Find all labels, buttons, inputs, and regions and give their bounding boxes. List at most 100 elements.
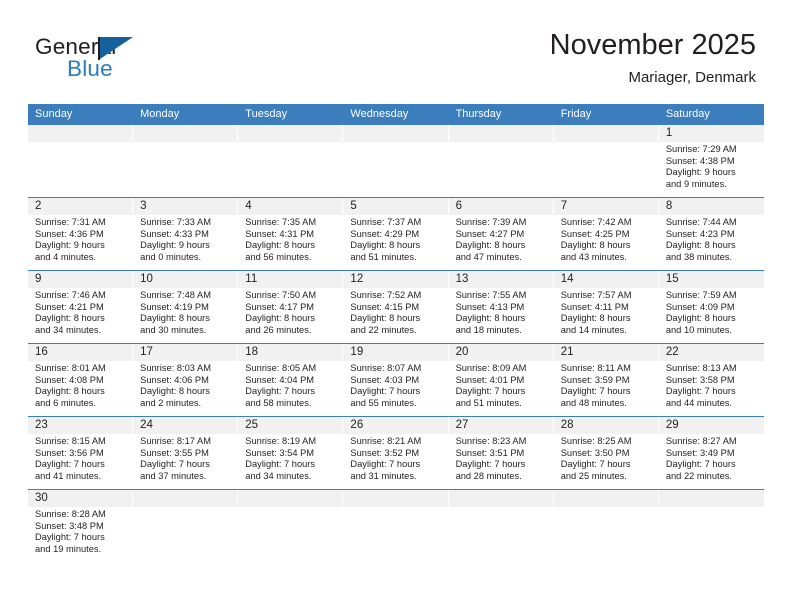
- daylight-text-line2: and 4 minutes.: [35, 251, 96, 262]
- page-subtitle-location: Mariager, Denmark: [628, 69, 756, 86]
- day-cell[interactable]: 16 Sunrise: 8:01 AM Sunset: 4:08 PM Dayl…: [28, 344, 134, 416]
- sunset-text: Sunset: 3:51 PM: [455, 447, 525, 458]
- daylight-text-line1: Daylight: 7 hours: [560, 386, 631, 397]
- sunrise-text: Sunrise: 7:33 AM: [140, 217, 211, 227]
- day-cell[interactable]: 23 Sunrise: 8:15 AM Sunset: 3:56 PM Dayl…: [28, 417, 134, 489]
- daylight-text-line2: and 30 minutes.: [140, 324, 207, 335]
- date-band: 30: [28, 490, 134, 507]
- sunrise-text: Sunrise: 7:52 AM: [350, 290, 422, 300]
- day-cell[interactable]: 24 Sunrise: 8:17 AM Sunset: 3:55 PM Dayl…: [133, 417, 239, 489]
- daylight-text-line1: Daylight: 7 hours: [665, 386, 736, 397]
- day-cell[interactable]: 4 Sunrise: 7:35 AM Sunset: 4:31 PM Dayli…: [238, 198, 344, 270]
- day-cell[interactable]: [238, 490, 344, 568]
- day-cell[interactable]: 21 Sunrise: 8:11 AM Sunset: 3:59 PM Dayl…: [553, 344, 659, 416]
- date-number: 15: [665, 273, 679, 285]
- day-cell[interactable]: 17 Sunrise: 8:03 AM Sunset: 4:06 PM Dayl…: [133, 344, 239, 416]
- sunset-text: Sunset: 4:29 PM: [350, 228, 420, 239]
- day-details: [449, 142, 554, 148]
- sunset-text: Sunset: 3:58 PM: [665, 374, 735, 385]
- date-band: 9: [28, 271, 134, 288]
- sunrise-text: Sunrise: 7:37 AM: [350, 217, 422, 227]
- daylight-text-line1: Daylight: 7 hours: [560, 459, 631, 470]
- sunrise-text: Sunrise: 7:46 AM: [35, 290, 106, 300]
- logo-word-blue: Blue: [67, 56, 113, 81]
- daylight-text-line2: and 58 minutes.: [245, 397, 312, 408]
- sunset-text: Sunset: 4:38 PM: [665, 155, 735, 166]
- day-cell[interactable]: 20 Sunrise: 8:09 AM Sunset: 4:01 PM Dayl…: [448, 344, 554, 416]
- sunset-text: Sunset: 4:11 PM: [560, 301, 629, 312]
- day-cell[interactable]: [553, 125, 659, 197]
- date-band: 29: [658, 417, 764, 434]
- sunset-text: Sunset: 4:27 PM: [455, 228, 525, 239]
- day-details: [554, 507, 659, 513]
- day-cell[interactable]: [133, 490, 239, 568]
- day-details: Sunrise: 8:09 AM Sunset: 4:01 PM Dayligh…: [449, 361, 554, 413]
- daylight-text-line2: and 37 minutes.: [140, 470, 207, 481]
- day-cell[interactable]: 18 Sunrise: 8:05 AM Sunset: 4:04 PM Dayl…: [238, 344, 344, 416]
- day-cell[interactable]: 1 Sunrise: 7:29 AM Sunset: 4:38 PM Dayli…: [658, 125, 764, 197]
- day-cell[interactable]: 2 Sunrise: 7:31 AM Sunset: 4:36 PM Dayli…: [28, 198, 134, 270]
- day-cell[interactable]: 12 Sunrise: 7:52 AM Sunset: 4:15 PM Dayl…: [343, 271, 449, 343]
- date-band: [238, 490, 344, 507]
- date-number: 27: [455, 419, 469, 431]
- day-details: Sunrise: 7:37 AM Sunset: 4:29 PM Dayligh…: [343, 215, 448, 267]
- sunset-text: Sunset: 4:17 PM: [245, 301, 315, 312]
- day-cell[interactable]: [28, 125, 134, 197]
- sunrise-text: Sunrise: 7:48 AM: [140, 290, 211, 300]
- day-cell[interactable]: 19 Sunrise: 8:07 AM Sunset: 4:03 PM Dayl…: [343, 344, 449, 416]
- day-cell[interactable]: 13 Sunrise: 7:55 AM Sunset: 4:13 PM Dayl…: [448, 271, 554, 343]
- day-details: Sunrise: 8:27 AM Sunset: 3:49 PM Dayligh…: [659, 434, 764, 486]
- day-details: Sunrise: 7:46 AM Sunset: 4:21 PM Dayligh…: [28, 288, 133, 340]
- day-cell[interactable]: [448, 125, 554, 197]
- date-number: 20: [455, 346, 469, 358]
- date-band: 5: [343, 198, 449, 215]
- day-cell[interactable]: 8 Sunrise: 7:44 AM Sunset: 4:23 PM Dayli…: [658, 198, 764, 270]
- day-cell[interactable]: 28 Sunrise: 8:25 AM Sunset: 3:50 PM Dayl…: [553, 417, 659, 489]
- sunset-text: Sunset: 4:36 PM: [35, 228, 104, 239]
- day-cell[interactable]: 30 Sunrise: 8:28 AM Sunset: 3:48 PM Dayl…: [28, 490, 134, 568]
- day-details: Sunrise: 8:05 AM Sunset: 4:04 PM Dayligh…: [238, 361, 343, 413]
- day-cell[interactable]: 26 Sunrise: 8:21 AM Sunset: 3:52 PM Dayl…: [343, 417, 449, 489]
- sunset-text: Sunset: 3:59 PM: [560, 374, 630, 385]
- day-cell[interactable]: 27 Sunrise: 8:23 AM Sunset: 3:51 PM Dayl…: [448, 417, 554, 489]
- day-cell[interactable]: 22 Sunrise: 8:13 AM Sunset: 3:58 PM Dayl…: [658, 344, 764, 416]
- day-cell[interactable]: 6 Sunrise: 7:39 AM Sunset: 4:27 PM Dayli…: [448, 198, 554, 270]
- day-cell[interactable]: 10 Sunrise: 7:48 AM Sunset: 4:19 PM Dayl…: [133, 271, 239, 343]
- general-blue-logo[interactable]: General Blue: [35, 34, 255, 92]
- sunset-text: Sunset: 4:13 PM: [455, 301, 525, 312]
- day-details: Sunrise: 8:21 AM Sunset: 3:52 PM Dayligh…: [343, 434, 448, 486]
- daylight-text-line1: Daylight: 7 hours: [455, 386, 526, 397]
- day-cell[interactable]: [553, 490, 659, 568]
- day-cell[interactable]: 15 Sunrise: 7:59 AM Sunset: 4:09 PM Dayl…: [658, 271, 764, 343]
- day-cell[interactable]: 9 Sunrise: 7:46 AM Sunset: 4:21 PM Dayli…: [28, 271, 134, 343]
- date-band: 16: [28, 344, 134, 361]
- day-cell[interactable]: 11 Sunrise: 7:50 AM Sunset: 4:17 PM Dayl…: [238, 271, 344, 343]
- day-cell[interactable]: [343, 125, 449, 197]
- daylight-text-line1: Daylight: 8 hours: [560, 313, 631, 324]
- date-number: 5: [350, 200, 357, 212]
- day-details: [133, 507, 238, 513]
- weekday-monday: Monday: [140, 108, 180, 120]
- daylight-text-line2: and 9 minutes.: [665, 178, 727, 189]
- day-cell[interactable]: 29 Sunrise: 8:27 AM Sunset: 3:49 PM Dayl…: [658, 417, 764, 489]
- day-cell[interactable]: 5 Sunrise: 7:37 AM Sunset: 4:29 PM Dayli…: [343, 198, 449, 270]
- sunset-text: Sunset: 3:54 PM: [245, 447, 315, 458]
- date-band: 26: [343, 417, 449, 434]
- day-cell[interactable]: 14 Sunrise: 7:57 AM Sunset: 4:11 PM Dayl…: [553, 271, 659, 343]
- daylight-text-line1: Daylight: 8 hours: [455, 313, 526, 324]
- day-cell[interactable]: [343, 490, 449, 568]
- day-cell[interactable]: 3 Sunrise: 7:33 AM Sunset: 4:33 PM Dayli…: [133, 198, 239, 270]
- daylight-text-line2: and 2 minutes.: [140, 397, 202, 408]
- day-cell[interactable]: [448, 490, 554, 568]
- week-row: 1 Sunrise: 7:29 AM Sunset: 4:38 PM Dayli…: [28, 125, 764, 197]
- day-details: Sunrise: 7:29 AM Sunset: 4:38 PM Dayligh…: [659, 142, 764, 194]
- day-cell[interactable]: 7 Sunrise: 7:42 AM Sunset: 4:25 PM Dayli…: [553, 198, 659, 270]
- daylight-text-line2: and 51 minutes.: [455, 397, 522, 408]
- day-cell[interactable]: [133, 125, 239, 197]
- day-cell[interactable]: 25 Sunrise: 8:19 AM Sunset: 3:54 PM Dayl…: [238, 417, 344, 489]
- sunset-text: Sunset: 3:48 PM: [35, 520, 104, 531]
- date-band: [448, 490, 554, 507]
- day-cell[interactable]: [238, 125, 344, 197]
- weekday-saturday: Saturday: [665, 108, 710, 120]
- day-cell[interactable]: [658, 490, 764, 568]
